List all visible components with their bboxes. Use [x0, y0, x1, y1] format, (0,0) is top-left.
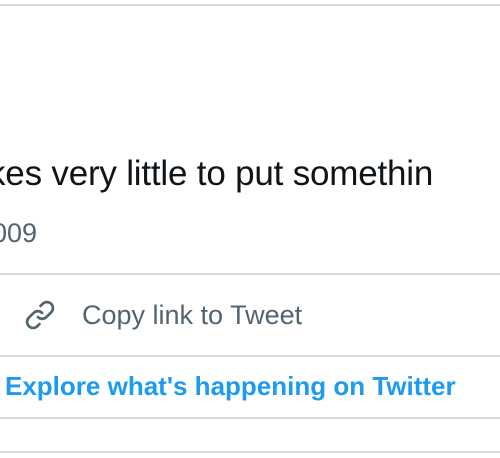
- link-icon: [22, 297, 58, 333]
- top-divider: [0, 4, 500, 6]
- explore-link[interactable]: Explore what's happening on Twitter: [5, 367, 456, 405]
- tweet-text: kes very little to put somethin: [0, 154, 434, 193]
- divider: [0, 355, 500, 357]
- copy-link-label: Copy link to Tweet: [82, 300, 303, 330]
- tweet-date[interactable]: 009: [0, 215, 37, 251]
- bottom-divider: [0, 451, 500, 453]
- divider: [0, 417, 500, 419]
- copy-link-button[interactable]: Copy link to Tweet: [0, 275, 500, 355]
